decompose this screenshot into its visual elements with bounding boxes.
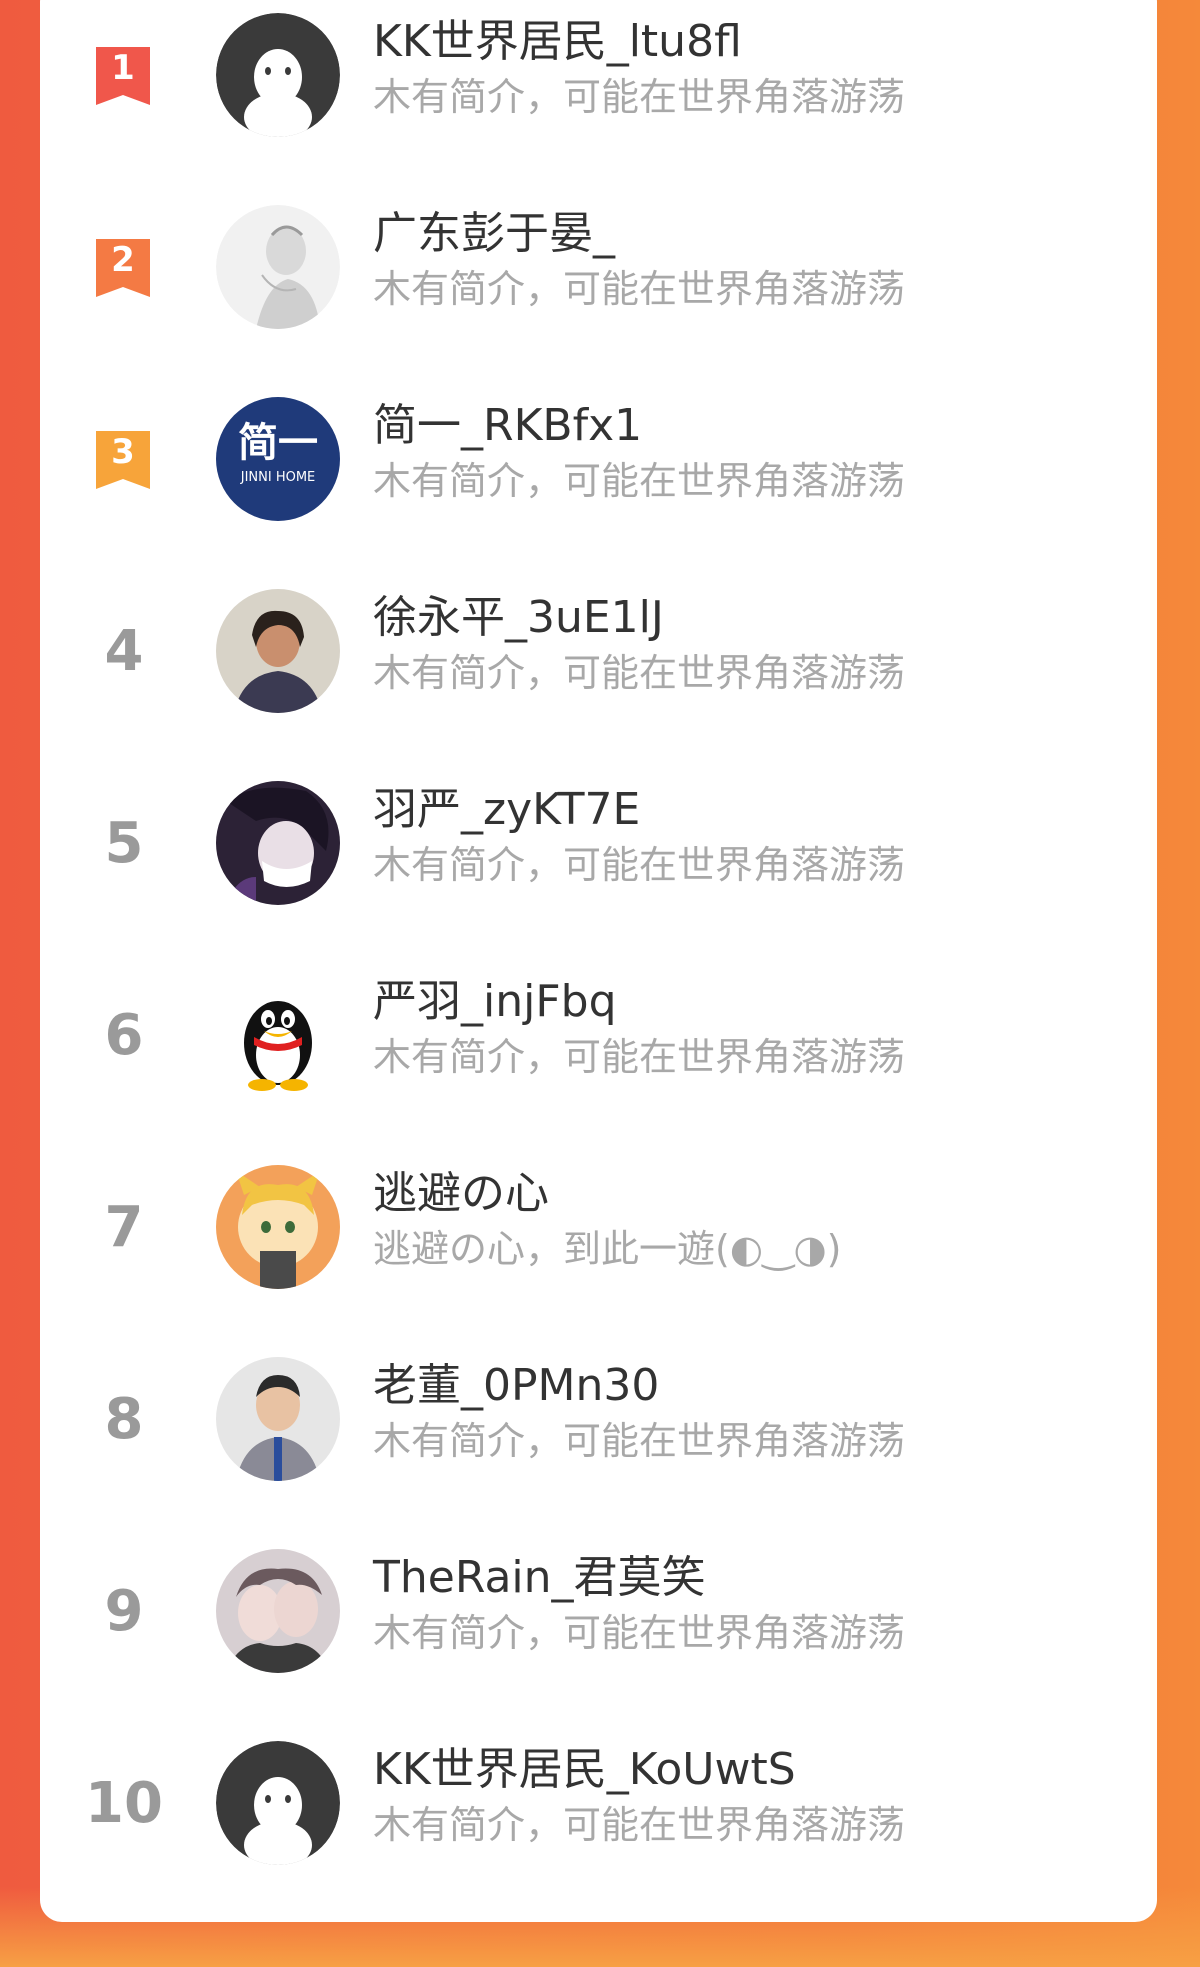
avatar[interactable]	[216, 1741, 340, 1865]
ranking-row[interactable]: 3 简一 JINNI HOME 简一_RKBfx1 木有简介，可能在世界角落游荡	[40, 364, 1157, 556]
ranking-row[interactable]: 1 KK世界居民_ltu8fl 木有简介，可能在世界角落游荡	[40, 0, 1157, 172]
user-description: 逃避の心，到此一遊(◐‿◑)	[373, 1227, 842, 1271]
rank-number: 1	[111, 48, 135, 88]
avatar-logo-text: 简一	[238, 420, 318, 466]
avatar[interactable]	[216, 781, 340, 905]
user-description: 木有简介，可能在世界角落游荡	[373, 651, 906, 695]
ranking-row[interactable]: 7 逃避の心 逃避の心，到此一遊(◐‿◑)	[40, 1132, 1157, 1324]
rank-3-ribbon-icon: 3	[92, 427, 154, 493]
user-name[interactable]: KK世界居民_KoUwtS	[373, 1742, 796, 1798]
avatar[interactable]	[216, 1165, 340, 1289]
user-name[interactable]: 广东彭于晏_	[373, 206, 615, 262]
user-name[interactable]: 逃避の心	[373, 1166, 549, 1222]
user-name[interactable]: 羽严_zyKT7E	[373, 782, 640, 838]
avatar[interactable]	[216, 973, 340, 1097]
user-name[interactable]: 老董_0PMn30	[373, 1358, 659, 1414]
user-description: 木有简介，可能在世界角落游荡	[373, 1419, 906, 1463]
ranking-row[interactable]: 9 TheRain_君莫笑 木有简介，可能在世界角落游荡	[40, 1516, 1157, 1708]
rank-number: 5	[104, 811, 144, 876]
user-description: 木有简介，可能在世界角落游荡	[373, 1035, 906, 1079]
user-description: 木有简介，可能在世界角落游荡	[373, 843, 906, 887]
user-name[interactable]: TheRain_君莫笑	[373, 1550, 706, 1606]
user-description: 木有简介，可能在世界角落游荡	[373, 459, 906, 503]
ranking-row[interactable]: 6 严羽_injFbq 木有简介，可能在世界角落游荡	[40, 940, 1157, 1132]
ranking-row[interactable]: 8 老董_0PMn30 木有简介，可能在世界角落游荡	[40, 1324, 1157, 1516]
user-name[interactable]: 简一_RKBfx1	[373, 398, 642, 454]
user-name[interactable]: KK世界居民_ltu8fl	[373, 14, 742, 70]
ranking-row[interactable]: 10 KK世界居民_KoUwtS 木有简介，可能在世界角落游荡	[40, 1708, 1157, 1900]
rank-number: 2	[111, 240, 135, 280]
user-name[interactable]: 徐永平_3uE1lJ	[373, 590, 664, 646]
user-name[interactable]: 严羽_injFbq	[373, 974, 617, 1030]
user-description: 木有简介，可能在世界角落游荡	[373, 75, 906, 119]
avatar-logo-subtext: JINNI HOME	[240, 470, 316, 485]
ranking-card: 1 KK世界居民_ltu8fl 木有简介，可能在世界角落游荡 2 广东彭于晏_ …	[40, 0, 1157, 1922]
user-description: 木有简介，可能在世界角落游荡	[373, 1611, 906, 1655]
rank-number: 10	[85, 1771, 163, 1836]
rank-number: 7	[104, 1195, 144, 1260]
ranking-row[interactable]: 4 徐永平_3uE1lJ 木有简介，可能在世界角落游荡	[40, 556, 1157, 748]
avatar[interactable]: 简一 JINNI HOME	[216, 397, 340, 521]
rank-number: 4	[104, 619, 144, 684]
rank-2-ribbon-icon: 2	[92, 235, 154, 301]
avatar[interactable]	[216, 205, 340, 329]
ranking-row[interactable]: 2 广东彭于晏_ 木有简介，可能在世界角落游荡	[40, 172, 1157, 364]
rank-number: 8	[104, 1387, 144, 1452]
ranking-row[interactable]: 5 羽严_zyKT7E 木有简介，可能在世界角落游荡	[40, 748, 1157, 940]
avatar[interactable]	[216, 1357, 340, 1481]
rank-number: 6	[104, 1003, 144, 1068]
avatar[interactable]	[216, 13, 340, 137]
rank-1-ribbon-icon: 1	[92, 43, 154, 109]
user-description: 木有简介，可能在世界角落游荡	[373, 1803, 906, 1847]
rank-number: 9	[104, 1579, 144, 1644]
user-description: 木有简介，可能在世界角落游荡	[373, 267, 906, 311]
avatar[interactable]	[216, 589, 340, 713]
rank-number: 3	[111, 432, 135, 472]
avatar[interactable]	[216, 1549, 340, 1673]
